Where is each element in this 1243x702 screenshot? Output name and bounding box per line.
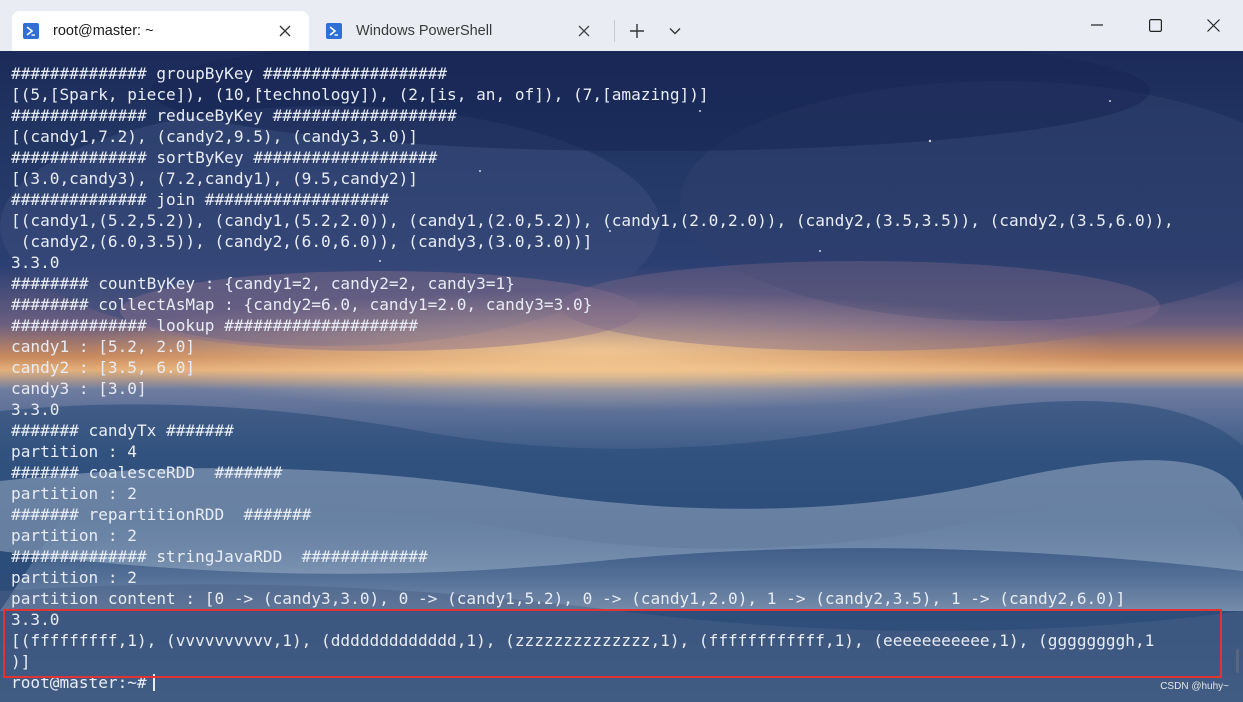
terminal-line: partition : 2: [11, 526, 137, 545]
minimize-icon: [1091, 24, 1103, 26]
terminal-line: [(5,[Spark, piece]), (10,[technology]), …: [11, 85, 709, 104]
highlight-box: [3, 609, 1222, 678]
terminal-line: ######## collectAsMap : {candy2=6.0, can…: [11, 295, 593, 314]
tab-label: Windows PowerShell: [356, 23, 493, 39]
window-close-button[interactable]: [1185, 7, 1241, 43]
terminal-line: partition : 2: [11, 568, 137, 587]
minimize-button[interactable]: [1069, 7, 1125, 43]
maximize-button[interactable]: [1127, 7, 1183, 43]
new-tab-button[interactable]: [620, 15, 654, 47]
scrollbar-thumb[interactable]: [1236, 649, 1239, 673]
terminal-line: candy3 : [3.0]: [11, 379, 147, 398]
terminal-line: partition : 4: [11, 442, 137, 461]
terminal-line: ############## lookup ##################…: [11, 316, 418, 335]
terminal-line: (candy2,(6.0,3.5)), (candy2,(6.0,6.0)), …: [11, 232, 593, 251]
title-bar: root@master: ~ Windows PowerShell: [0, 0, 1243, 51]
maximize-icon: [1148, 18, 1162, 32]
tab-root-master[interactable]: root@master: ~: [12, 11, 309, 51]
terminal-line: ####### coalesceRDD #######: [11, 463, 283, 482]
terminal-line: [(candy1,(5.2,5.2)), (candy1,(5.2,2.0)),…: [11, 211, 1174, 230]
powershell-icon: [23, 23, 39, 39]
watermark: CSDN @huhy~: [1160, 681, 1229, 692]
terminal-line: ############## stringJavaRDD ###########…: [11, 547, 428, 566]
terminal-line: candy1 : [5.2, 2.0]: [11, 337, 196, 356]
terminal-line: 3.3.0: [11, 253, 60, 272]
window-close-icon: [1206, 18, 1220, 32]
plus-icon: [630, 24, 644, 38]
powershell-icon: [326, 23, 342, 39]
terminal-line: ####### repartitionRDD #######: [11, 505, 312, 524]
terminal-line: ############## reduceByKey #############…: [11, 106, 457, 125]
close-icon[interactable]: [271, 17, 299, 45]
terminal-output[interactable]: ############## groupByKey ##############…: [11, 63, 1174, 693]
terminal-content[interactable]: ############## groupByKey ##############…: [0, 51, 1243, 702]
terminal-line: ####### candyTx #######: [11, 421, 234, 440]
tab-divider: [614, 20, 615, 42]
terminal-line: [(candy1,7.2), (candy2,9.5), (candy3,3.0…: [11, 127, 418, 146]
terminal-line: 3.3.0: [11, 400, 60, 419]
terminal-line: candy2 : [3.5, 6.0]: [11, 358, 196, 377]
terminal-line: ############## groupByKey ##############…: [11, 64, 448, 83]
terminal-line: partition : 2: [11, 484, 137, 503]
terminal-window: root@master: ~ Windows PowerShell ######…: [0, 0, 1243, 702]
terminal-line: ############## join ###################: [11, 190, 389, 209]
close-icon[interactable]: [570, 17, 598, 45]
tab-windows-powershell[interactable]: Windows PowerShell: [315, 11, 608, 51]
tab-label: root@master: ~: [53, 23, 154, 39]
terminal-line: partition content : [0 -> (candy3,3.0), …: [11, 589, 1126, 608]
tab-dropdown-button[interactable]: [658, 15, 692, 47]
terminal-line: ############## sortByKey ###############…: [11, 148, 438, 167]
terminal-line: ######## countByKey : {candy1=2, candy2=…: [11, 274, 515, 293]
chevron-down-icon: [669, 28, 681, 35]
terminal-line: [(3.0,candy3), (7.2,candy1), (9.5,candy2…: [11, 169, 418, 188]
